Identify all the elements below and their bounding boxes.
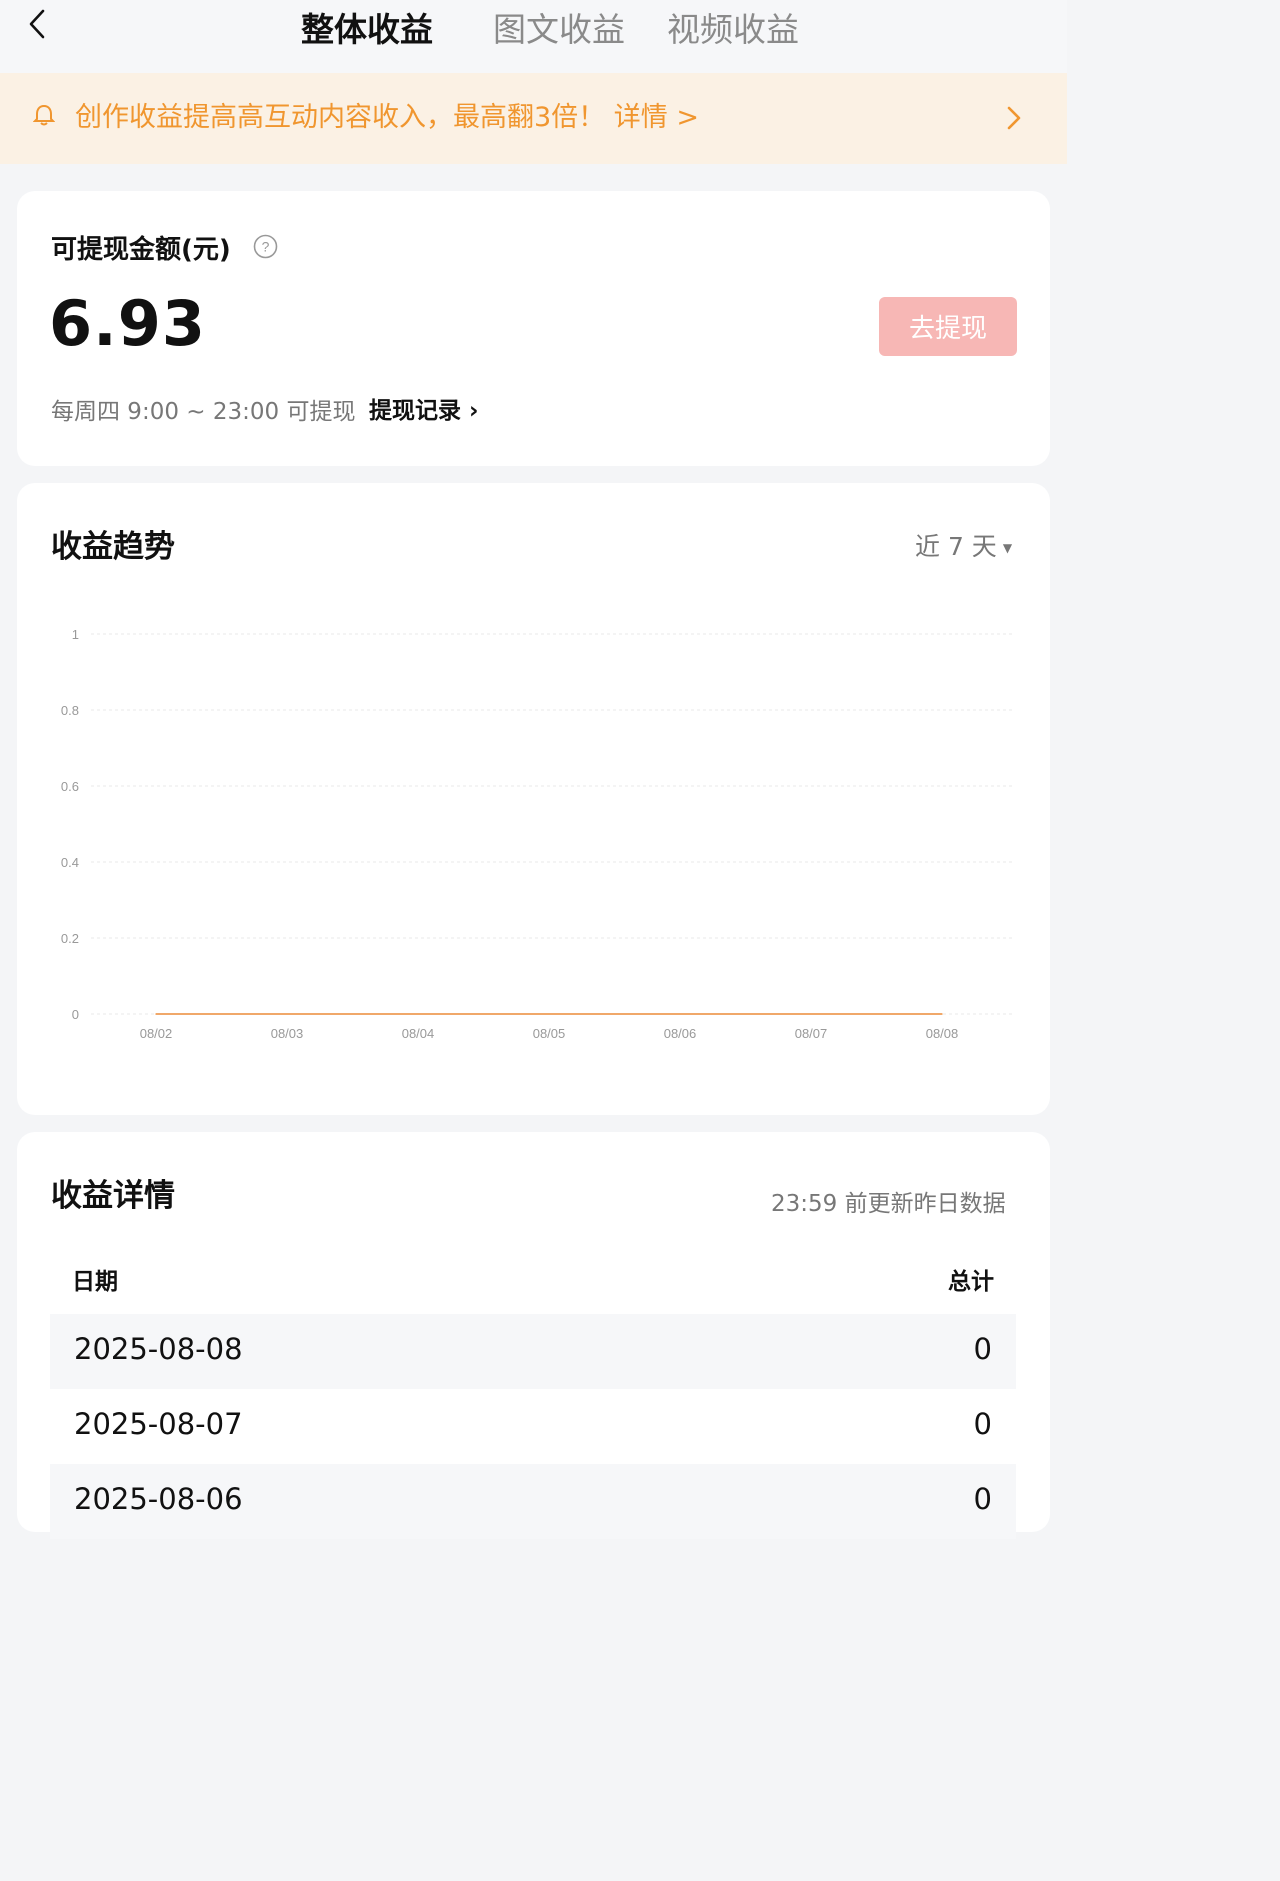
y-tick-label: 1	[72, 627, 79, 642]
trend-chart: 0 0.2 0.4 0.6 0.8 1 08/02 08/03 08/04 08/05 08/06 0…	[61, 627, 1012, 1041]
x-tick-label: 08/04	[402, 1026, 435, 1041]
row-date: 2025-08-07	[74, 1407, 243, 1441]
data-point	[548, 1013, 550, 1015]
range-selector[interactable]: 近 7 天 ▼	[915, 527, 1012, 563]
x-tick-label: 08/07	[795, 1026, 828, 1041]
table-row: 2025-08-06 0	[50, 1464, 1016, 1539]
range-label: 近 7 天	[915, 532, 997, 561]
update-note: 23:59 前更新昨日数据	[771, 1191, 1006, 1217]
tab-article-earnings[interactable]: 图文收益	[493, 8, 625, 52]
row-total: 0	[973, 1407, 992, 1441]
svg-text:?: ?	[262, 239, 270, 255]
help-icon[interactable]: ?	[253, 234, 278, 259]
data-point	[679, 1013, 681, 1015]
chevron-right-icon[interactable]	[1006, 105, 1022, 131]
caret-down-icon: ▼	[1002, 541, 1013, 555]
y-tick-label: 0.2	[61, 931, 79, 946]
tab-overall-earnings[interactable]: 整体收益	[301, 8, 433, 52]
x-tick-label: 08/02	[140, 1026, 173, 1041]
x-tick-label: 08/03	[271, 1026, 304, 1041]
data-point	[286, 1013, 288, 1015]
details-title: 收益详情	[51, 1178, 175, 1214]
balance-card: 可提现金额(元) ? 6.93 去提现 每周四 9:00 ~ 23:00 可提现…	[17, 191, 1050, 466]
bell-icon	[33, 104, 55, 126]
data-point	[810, 1013, 812, 1015]
x-tick-label: 08/08	[926, 1026, 959, 1041]
withdraw-schedule: 每周四 9:00 ~ 23:00 可提现	[51, 399, 356, 425]
x-tick-label: 08/05	[533, 1026, 566, 1041]
y-tick-label: 0	[72, 1007, 79, 1022]
y-tick-label: 0.6	[61, 779, 79, 794]
row-date: 2025-08-06	[74, 1482, 243, 1516]
withdraw-record-link[interactable]: 提现记录 ›	[369, 391, 479, 425]
table-row: 2025-08-07 0	[50, 1389, 1016, 1464]
data-point	[417, 1013, 419, 1015]
withdraw-button[interactable]: 去提现	[879, 297, 1017, 356]
tab-video-earnings[interactable]: 视频收益	[667, 8, 799, 52]
tab-bar: 整体收益 图文收益 视频收益	[0, 0, 1067, 60]
balance-value: 6.93	[49, 287, 206, 360]
table-row: 2025-08-08 0	[50, 1314, 1016, 1389]
top-bar: 整体收益 图文收益 视频收益	[0, 0, 1067, 73]
balance-label: 可提现金额(元)	[51, 235, 231, 265]
row-total: 0	[973, 1482, 992, 1516]
table-header: 日期 总计	[50, 1244, 1016, 1314]
data-point	[941, 1013, 943, 1015]
details-table: 日期 总计 2025-08-08 0 2025-08-07 0 2025-08-…	[50, 1244, 1016, 1539]
data-point	[155, 1013, 157, 1015]
column-header-total: 总计	[948, 1269, 994, 1295]
trend-card: 收益趋势 近 7 天 ▼ 0 0.2 0.4 0.6 0.8 1 08/02 08/03 08/0…	[17, 483, 1050, 1115]
trend-title: 收益趋势	[51, 529, 175, 565]
promo-banner[interactable]: 创作收益提高高互动内容收入，最高翻3倍！ 详情 >	[0, 73, 1067, 164]
y-tick-label: 0.8	[61, 703, 79, 718]
y-tick-label: 0.4	[61, 855, 79, 870]
column-header-date: 日期	[72, 1269, 118, 1295]
row-date: 2025-08-08	[74, 1332, 243, 1366]
x-tick-label: 08/06	[664, 1026, 697, 1041]
row-total: 0	[973, 1332, 992, 1366]
banner-text: 创作收益提高高互动内容收入，最高翻3倍！ 详情 >	[75, 102, 699, 133]
details-card: 收益详情 23:59 前更新昨日数据 日期 总计 2025-08-08 0 20…	[17, 1132, 1050, 1539]
